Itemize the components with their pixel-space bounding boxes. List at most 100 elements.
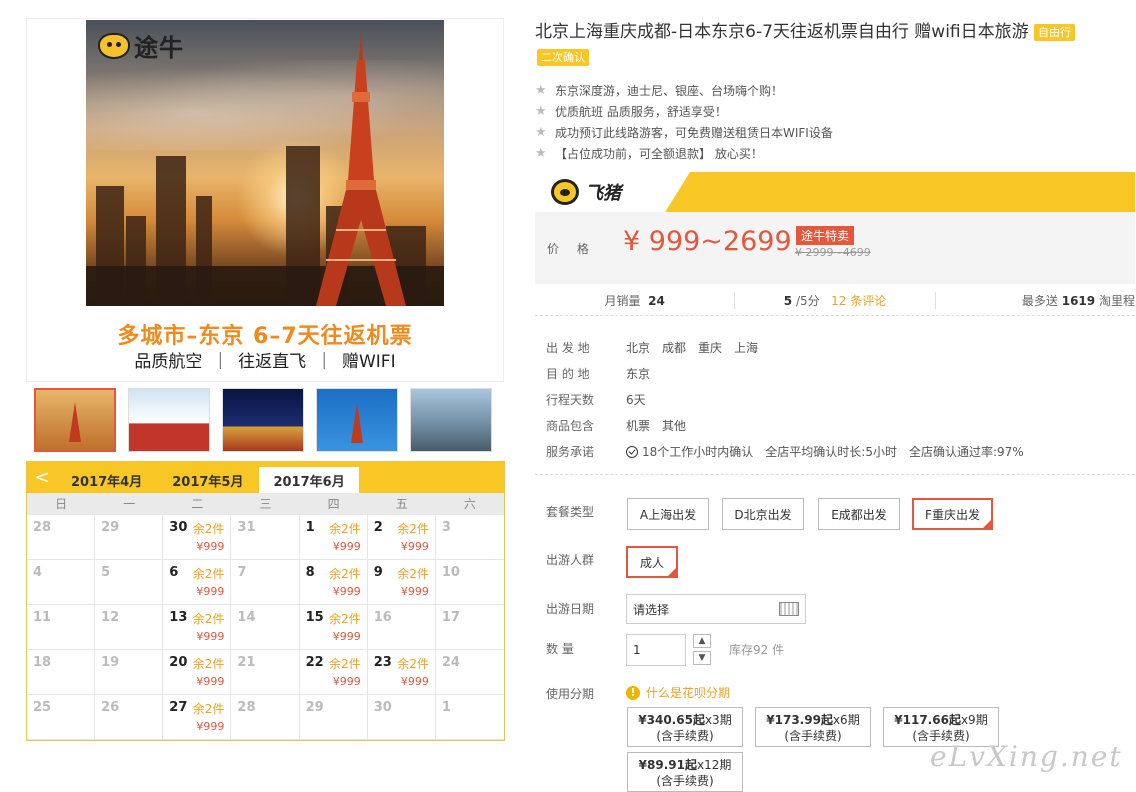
package-option-d[interactable]: D北京出发 — [722, 498, 804, 530]
prev-month-button[interactable]: < — [27, 462, 57, 493]
include-item: 机票 — [626, 418, 651, 433]
price-calendar: < 2017年4月 2017年5月 2017年6月 日一二三四五六 28 29 30… — [26, 461, 505, 741]
calendar-day-cell[interactable]: 2 余2件 ¥999 — [367, 515, 436, 560]
day-number: 30 — [373, 700, 392, 715]
installment-plan-12[interactable]: ¥89.91起x12期 (含手续费) — [627, 752, 743, 792]
sales-label: 月销量 — [604, 294, 641, 308]
thumbnail-3[interactable] — [222, 388, 304, 452]
day-number: 16 — [373, 610, 392, 625]
promise-values: 18个工作小时内确认 全店平均确认时长:5小时 全店确认通过率:97% — [626, 443, 1036, 460]
day-number: 14 — [237, 610, 256, 625]
calendar-day-cell: 18 — [27, 650, 96, 695]
calendar-day-cell: 24 — [435, 650, 504, 695]
departure-row: 出 发 地 北京 成都 重庆 上海 — [546, 334, 1126, 360]
miles-prefix: 最多送 — [1021, 294, 1058, 308]
day-stock: 余2件 — [329, 657, 361, 671]
promise-label: 服务承诺 — [546, 444, 595, 459]
calendar-day-cell[interactable]: 8 余2件 ¥999 — [299, 560, 368, 605]
date-picker-input[interactable]: 请选择 — [626, 594, 806, 624]
calendar-day-cell[interactable]: 6 余2件 ¥999 — [163, 560, 232, 605]
quantity-label: 数 量 — [546, 642, 574, 656]
day-stock: 余2件 — [192, 567, 225, 581]
package-option-f[interactable]: F重庆出发 — [912, 498, 993, 530]
day-price: ¥999 — [400, 585, 429, 598]
logo-text: 途牛 — [134, 34, 184, 62]
calendar-day-cell: 3 — [435, 515, 504, 560]
day-stock: 余2件 — [192, 612, 225, 626]
calendar-day-cell: 14 — [231, 605, 300, 650]
thumbnail-4[interactable] — [316, 388, 398, 452]
destination-value: 东京 — [626, 366, 651, 381]
calendar-day-cell[interactable]: 1 余2件 ¥999 — [299, 515, 368, 560]
tab-month-may[interactable]: 2017年5月 — [158, 467, 257, 493]
installment-plan-6[interactable]: ¥173.99起x6期 (含手续费) — [755, 707, 871, 747]
quantity-input[interactable]: 1 — [626, 634, 686, 666]
calendar-day-cell: 31 — [231, 515, 300, 560]
rating-reviews[interactable]: 5 /5分 12 条评论 — [735, 292, 936, 309]
includes-values: 机票 其他 — [626, 417, 698, 434]
feature-item: ★ 东京深度游，迪士尼、银座、台场嗨个购！ — [535, 80, 1125, 101]
day-number: 18 — [33, 655, 52, 670]
day-number: 25 — [33, 700, 52, 715]
calendar-day-cell[interactable]: 27 余2件 ¥999 — [163, 695, 232, 740]
day-price: ¥999 — [400, 675, 429, 688]
product-main-image[interactable]: 途牛 — [86, 20, 444, 306]
thumbnail-5[interactable] — [410, 388, 492, 452]
price-label: 价 格 — [547, 242, 589, 256]
site-watermark: eLvXing.net — [930, 740, 1123, 773]
feature-item: ★ 【占位成功前，可全额退款】 放心买！ — [535, 143, 1125, 164]
departure-city: 重庆 — [698, 340, 723, 355]
tab-month-apr[interactable]: 2017年4月 — [57, 467, 156, 493]
calendar-icon[interactable] — [779, 602, 799, 616]
calendar-day-cell[interactable]: 20 余2件 ¥999 — [163, 650, 232, 695]
thumbnail-2[interactable] — [128, 388, 210, 452]
check-circle-icon — [626, 445, 638, 458]
tab-month-jun[interactable]: 2017年6月 — [259, 467, 359, 493]
crowd-option-adult[interactable]: 成人 — [626, 546, 678, 578]
calendar-day-cell: 12 — [95, 605, 164, 650]
huabei-help-link[interactable]: ! 什么是花呗分期 — [626, 684, 730, 701]
day-number: 1 — [441, 700, 451, 715]
thumbnail-1[interactable] — [34, 388, 116, 452]
review-count-link[interactable]: 12 条评论 — [831, 294, 886, 308]
special-sale-tag: 途牛特卖 — [796, 226, 855, 245]
day-number: 8 — [305, 565, 315, 580]
star-icon: ★ — [535, 146, 547, 161]
include-item: 其他 — [662, 418, 687, 433]
date-placeholder: 请选择 — [633, 602, 670, 617]
day-price: ¥999 — [332, 675, 361, 688]
day-number: 29 — [101, 520, 120, 535]
plan-amount: ¥117.66起 — [894, 713, 961, 727]
calendar-day-cell[interactable]: 15 余2件 ¥999 — [299, 605, 368, 650]
day-price: ¥999 — [196, 540, 225, 553]
day-stock: 余2件 — [192, 657, 225, 671]
plan-amount: ¥89.91起 — [638, 758, 697, 772]
second-confirm-badge: 二次确认 — [537, 49, 589, 66]
calendar-day-cell[interactable]: 9 余2件 ¥999 — [367, 560, 436, 605]
feature-text: 优质航班 品质服务，舒适享受！ — [555, 105, 727, 119]
calendar-day-cell[interactable]: 30 余2件 ¥999 — [163, 515, 232, 560]
quantity-increment-button[interactable]: ▲ — [693, 634, 711, 648]
quantity-decrement-button[interactable]: ▼ — [693, 651, 711, 665]
day-stock: 余2件 — [329, 567, 361, 581]
departure-city: 北京 — [626, 340, 651, 355]
poster-headline: 多城市–东京 6–7天往返机票 — [117, 324, 413, 349]
plan-period: x9期 — [960, 713, 988, 727]
calendar-day-cell[interactable]: 13 余2件 ¥999 — [163, 605, 232, 650]
plan-period: x12期 — [696, 758, 732, 772]
installment-plan-3[interactable]: ¥340.65起x3期 (含手续费) — [627, 707, 743, 747]
package-option-e[interactable]: E成都出发 — [818, 498, 900, 530]
feature-item: ★ 优质航班 品质服务，舒适享受！ — [535, 101, 1125, 122]
package-option-a[interactable]: A上海出发 — [627, 498, 709, 530]
departure-values: 北京 成都 重庆 上海 — [626, 339, 770, 356]
title-text: 北京上海重庆成都-日本东京6-7天往返机票自由行 赠wifi日本旅游 — [535, 22, 1029, 42]
day-number: 28 — [33, 520, 52, 535]
calendar-day-cell[interactable]: 22 余2件 ¥999 — [299, 650, 368, 695]
feature-text: 东京深度游，迪士尼、银座、台场嗨个购！ — [555, 84, 784, 98]
promise-item: 全店确认通过率:97% — [908, 444, 1024, 459]
calendar-day-cell[interactable]: 23 余2件 ¥999 — [367, 650, 436, 695]
day-stock: 余2件 — [397, 522, 429, 536]
day-number: 9 — [373, 565, 383, 580]
feature-text: 成功预订此线路游客，可免费赠送租赁日本WIFI设备 — [555, 126, 833, 140]
day-price: ¥999 — [400, 540, 429, 553]
